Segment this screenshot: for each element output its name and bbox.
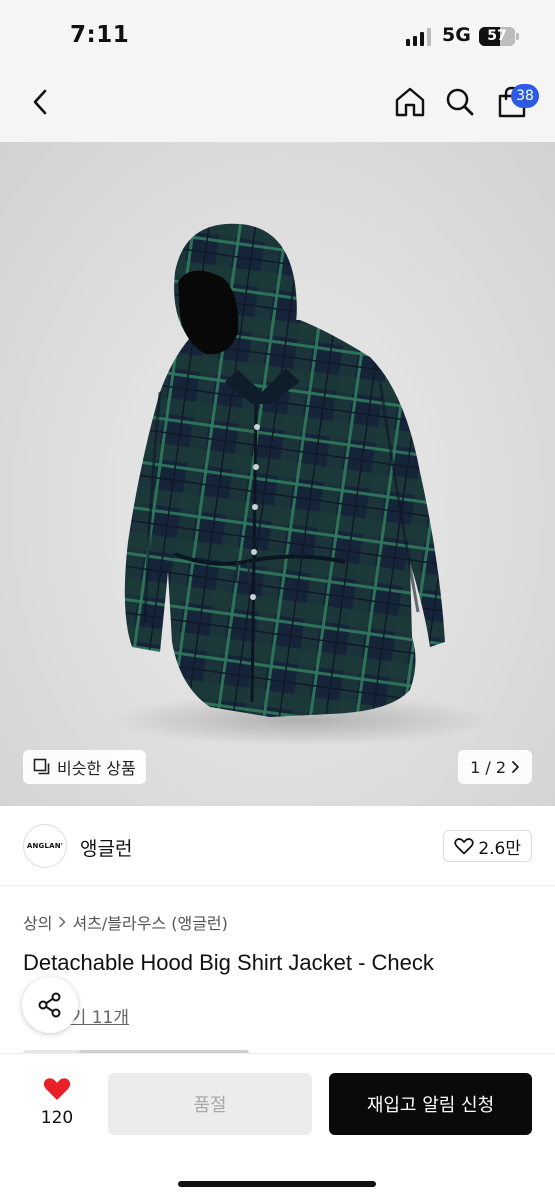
chevron-right-icon bbox=[512, 761, 519, 773]
brand-row: ANGLAN' 앵글런 2.6만 bbox=[0, 806, 555, 886]
chevron-left-icon bbox=[33, 89, 47, 115]
breadcrumb-subcategory[interactable]: 셔츠/블라우스 (앵글런) bbox=[72, 910, 227, 934]
share-icon bbox=[38, 992, 61, 1018]
search-button[interactable] bbox=[438, 80, 482, 124]
brand-logo-text: ANGLAN' bbox=[26, 842, 64, 850]
brand-name[interactable]: 앵글런 bbox=[80, 834, 132, 861]
restock-alert-button[interactable]: 재입고 알림 신청 bbox=[329, 1073, 532, 1135]
home-indicator bbox=[178, 1181, 376, 1187]
network-label: 5G bbox=[442, 24, 471, 46]
brand-logo[interactable]: ANGLAN' bbox=[23, 824, 67, 868]
brand-like-button[interactable]: 2.6만 bbox=[443, 830, 532, 862]
product-photo bbox=[110, 223, 490, 746]
sold-out-button[interactable]: 품절 bbox=[108, 1073, 312, 1135]
breadcrumb: 상의 셔츠/블라우스 (앵글런) bbox=[23, 910, 228, 934]
product-image-carousel[interactable]: 비슷한 상품 1 / 2 bbox=[0, 142, 555, 806]
review-count-link[interactable]: 기 11개 bbox=[71, 1003, 129, 1028]
wishlist-count: 120 bbox=[40, 1108, 74, 1128]
home-icon bbox=[395, 87, 425, 117]
battery-icon: 57 bbox=[479, 27, 515, 46]
similar-products-label: 비슷한 상품 bbox=[57, 759, 136, 778]
heart-outline-icon bbox=[454, 838, 474, 855]
brand-like-count: 2.6만 bbox=[478, 838, 521, 859]
cellular-signal-icon bbox=[406, 28, 431, 46]
restock-alert-label: 재입고 알림 신청 bbox=[366, 1095, 495, 1116]
copy-icon bbox=[33, 758, 50, 775]
back-button[interactable] bbox=[18, 80, 62, 124]
bottom-action-bar: 120 품절 재입고 알림 신청 bbox=[0, 1053, 555, 1200]
status-time: 7:11 bbox=[70, 22, 130, 48]
chevron-right-icon bbox=[59, 916, 66, 928]
image-pager-label: 1 / 2 bbox=[470, 757, 506, 777]
battery-cap bbox=[516, 33, 519, 40]
heart-filled-icon bbox=[43, 1078, 71, 1100]
battery-level: 57 bbox=[487, 28, 507, 44]
share-button[interactable] bbox=[22, 977, 78, 1033]
home-button[interactable] bbox=[388, 80, 432, 124]
image-pager-button[interactable]: 1 / 2 bbox=[458, 750, 532, 784]
similar-products-button[interactable]: 비슷한 상품 bbox=[23, 750, 146, 784]
cart-count-badge: 38 bbox=[511, 84, 539, 108]
search-icon bbox=[446, 88, 474, 116]
product-title: Detachable Hood Big Shirt Jacket - Check bbox=[23, 950, 434, 975]
breadcrumb-category[interactable]: 상의 bbox=[23, 910, 52, 934]
wishlist-button[interactable]: 120 bbox=[30, 1076, 84, 1128]
sold-out-label: 품절 bbox=[193, 1095, 227, 1116]
status-bar: 7:11 5G 57 bbox=[0, 0, 555, 70]
top-navigation bbox=[0, 70, 555, 142]
